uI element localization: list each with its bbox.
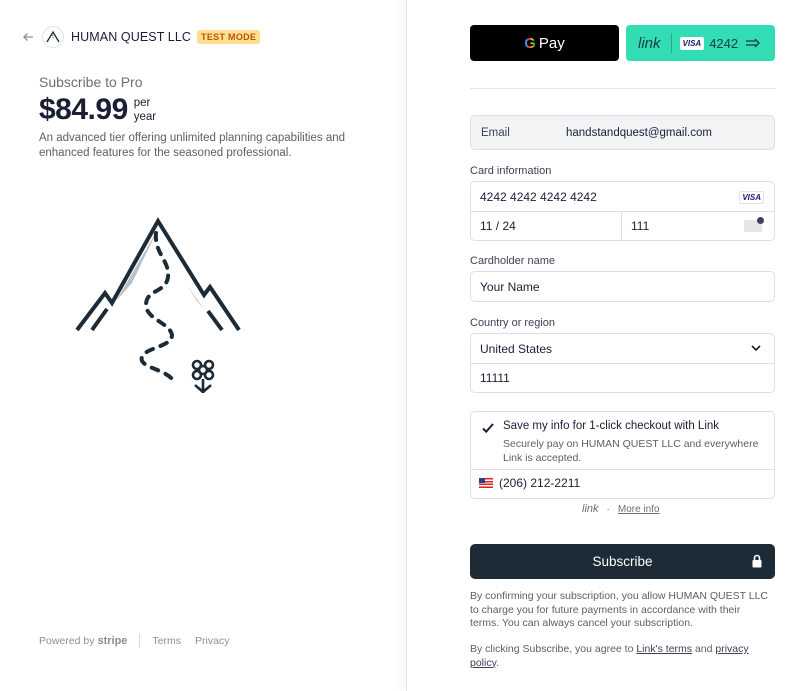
link-save-box: Save my info for 1-click checkout with L…: [470, 411, 775, 499]
visa-icon: VISA: [679, 36, 705, 50]
card-info-label: Card information: [470, 165, 552, 177]
stripe-logo[interactable]: stripe: [97, 635, 127, 647]
google-g-icon: G: [524, 34, 536, 52]
left-panel: HUMAN QUEST LLC TEST MODE Subscribe to P…: [0, 0, 406, 691]
link-footer: link · More info: [582, 503, 660, 515]
agree-period: .: [496, 656, 499, 669]
mountain-illustration: [72, 213, 247, 403]
card-expiry-value: 11 / 24: [480, 219, 516, 233]
subscribe-label: Subscribe: [592, 554, 653, 569]
visa-icon: VISA: [739, 191, 764, 204]
more-info-link[interactable]: More info: [618, 504, 660, 515]
footer-divider: [139, 634, 141, 648]
arrow-right-icon: [745, 36, 761, 51]
test-mode-badge: TEST MODE: [197, 30, 261, 44]
powered-by-text: Powered by: [39, 635, 95, 647]
zip-value: 11111: [480, 371, 510, 385]
link-logo-small: link: [582, 503, 599, 515]
terms-link[interactable]: Terms: [152, 635, 181, 647]
subscribe-button[interactable]: Subscribe: [470, 544, 775, 579]
price-row: $84.99 per year: [39, 93, 156, 127]
product-description: An advanced tier offering unlimited plan…: [39, 132, 346, 159]
link-terms-text: By clicking Subscribe, you agree to Link…: [470, 643, 770, 670]
merchant-logo: [42, 26, 64, 48]
subscription-consent-text: By confirming your subscription, you all…: [470, 590, 768, 629]
card-expiry-cvc-row: 11 / 24 111: [471, 211, 774, 240]
save-info-checkbox[interactable]: [481, 421, 495, 435]
merchant-name: HUMAN QUEST LLC: [71, 30, 192, 44]
agree-and: and: [692, 643, 716, 655]
cardholder-group: Your Name: [470, 271, 775, 302]
link-card-last4: 4242: [709, 35, 739, 51]
save-info-title: Save my info for 1-click checkout with L…: [503, 420, 720, 432]
card-cvc-value: 111: [631, 219, 650, 233]
country-select[interactable]: United States: [471, 334, 774, 363]
merchant-header: HUMAN QUEST LLC TEST MODE: [22, 26, 261, 48]
google-pay-button[interactable]: G Pay: [470, 25, 619, 61]
card-expiry-field[interactable]: 11 / 24: [471, 212, 622, 240]
cardholder-name-placeholder: Your Name: [480, 279, 540, 294]
privacy-link[interactable]: Privacy: [195, 635, 229, 647]
cardholder-name-input[interactable]: Your Name: [471, 272, 774, 301]
email-field[interactable]: Email handstandquest@gmail.com: [470, 115, 775, 150]
link-footer-dot: ·: [606, 503, 610, 515]
us-flag-icon: [479, 478, 493, 488]
country-group: United States 11111: [470, 333, 775, 393]
price-interval-line1: per: [133, 97, 151, 109]
stripe-footer: Powered by stripe Terms Privacy: [39, 634, 243, 648]
email-label: Email: [481, 126, 510, 139]
product-title: Subscribe to Pro: [39, 74, 143, 90]
email-value: handstandquest@gmail.com: [566, 126, 712, 139]
card-info-group: 4242 4242 4242 4242 VISA 11 / 24 111: [470, 181, 775, 241]
arrow-left-icon[interactable]: [22, 31, 34, 43]
save-info-description: Securely pay on HUMAN QUEST LLC and ever…: [503, 438, 759, 464]
country-label: Country or region: [470, 317, 555, 329]
link-pay-button[interactable]: link VISA 4242: [626, 25, 775, 61]
chevron-down-icon: [750, 342, 762, 354]
save-box-divider: [471, 469, 774, 470]
lock-icon: [752, 554, 762, 568]
card-number-field[interactable]: 4242 4242 4242 4242 VISA: [471, 182, 774, 211]
price-interval-line2: year: [133, 111, 157, 123]
phone-value: (206) 212-2211: [499, 476, 581, 490]
google-pay-label: Pay: [538, 34, 565, 52]
cardholder-label: Cardholder name: [470, 255, 555, 267]
card-number-value: 4242 4242 4242 4242: [480, 189, 597, 204]
price-interval: per year: [134, 96, 156, 124]
price-amount: $84.99: [39, 93, 128, 126]
cvc-card-icon: [744, 217, 764, 232]
agree-prefix: By clicking Subscribe, you agree to: [470, 643, 637, 655]
card-cvc-field[interactable]: 111: [622, 212, 774, 240]
link-button-divider: [670, 33, 672, 53]
country-selected-value: United States: [480, 341, 553, 356]
phone-input[interactable]: (206) 212-2211: [479, 476, 580, 490]
link-terms-link[interactable]: Link's terms: [636, 643, 692, 655]
wallet-divider: [470, 88, 775, 89]
link-logo: link: [638, 34, 661, 52]
zip-input[interactable]: 11111: [471, 363, 774, 392]
